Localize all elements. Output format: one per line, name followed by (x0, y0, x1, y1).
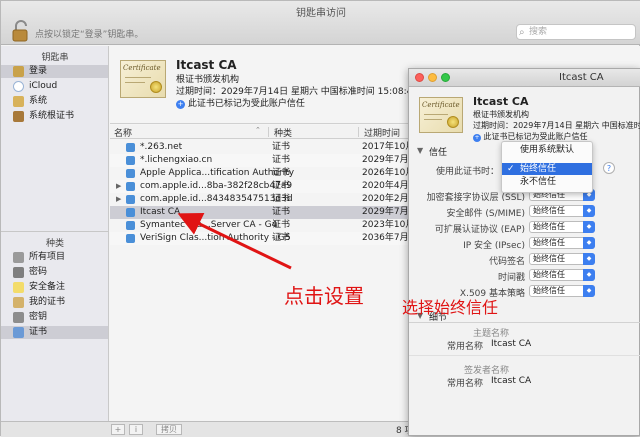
chevron-updown-icon: ◆ (583, 253, 595, 265)
chevron-updown-icon: ◆ (583, 285, 595, 297)
menu-item-label: 始终信任 (520, 164, 557, 174)
close-icon[interactable] (415, 73, 424, 82)
timestamp-trust-popup[interactable]: 始终信任 ◆ (529, 269, 595, 281)
chevron-updown-icon: ◆ (583, 205, 595, 217)
use-cert-label: 使用此证书时： (435, 167, 499, 177)
annotation-click-settings: 点击设置 (284, 284, 364, 308)
code-signing-trust-popup[interactable]: 始终信任 ◆ (529, 253, 595, 265)
trust-section-title: 信任 (429, 148, 448, 158)
plus-icon: + (473, 134, 481, 142)
popup-value: 始终信任 (533, 270, 565, 279)
x509-trust-popup[interactable]: 始终信任 ◆ (529, 285, 595, 297)
menu-item-use-system-default[interactable]: 使用系统默认 (502, 144, 592, 156)
subject-name-header: 主题名称 (472, 329, 509, 339)
ipsec-trust-popup[interactable]: 始终信任 ◆ (529, 237, 595, 249)
issuer-name-header: 签发者名称 (463, 366, 509, 376)
popup-value: 始终信任 (533, 254, 565, 263)
dialog-titlebar: Itcast CA (409, 69, 640, 87)
code-signing-label: 代码签名 (488, 257, 525, 267)
certificate-trust-dialog: Itcast CA Certificate Itcast CA 根证书颁发机构 … (408, 68, 640, 436)
common-name-value: Itcast CA (491, 339, 532, 349)
menu-item-never-trust[interactable]: 永不信任 (502, 176, 592, 188)
popup-value: 始终信任 (533, 222, 565, 231)
popup-value: 始终信任 (533, 286, 565, 295)
popup-value: 始终信任 (533, 238, 565, 247)
dialog-trust-note-text: 此证书已标记为受此账户信任 (483, 132, 588, 141)
dialog-cert-name: Itcast CA (473, 95, 529, 108)
common-name-label: 常用名称 (446, 342, 483, 352)
issuer-common-name-value: Itcast CA (491, 376, 532, 386)
smime-label: 安全邮件 (S/MIME) (446, 209, 526, 219)
ipsec-label: IP 安全 (IPsec) (463, 241, 525, 251)
minimize-icon[interactable] (428, 73, 437, 82)
chevron-updown-icon: ◆ (583, 269, 595, 281)
popup-value: 始终信任 (533, 206, 565, 215)
annotation-choose-always-trust: 选择始终信任 (402, 298, 499, 317)
checkmark-icon: ✓ (507, 164, 515, 174)
divider (409, 322, 640, 323)
divider (409, 355, 640, 356)
arrow-to-itcast-row (177, 212, 292, 270)
timestamp-label: 时间戳 (497, 273, 525, 283)
chevron-updown-icon: ◆ (583, 221, 595, 233)
smime-trust-popup[interactable]: 始终信任 ◆ (529, 205, 595, 217)
dialog-cert-expiry: 过期时间：2029年7月14日 星期六 中国标准时 (473, 121, 640, 130)
zoom-icon[interactable] (441, 73, 450, 82)
trust-dropdown-menu: 使用系统默认 ✓ 始终信任 永不信任 (501, 141, 593, 193)
trust-disclosure-icon[interactable]: ▼ (417, 146, 423, 155)
dialog-cert-issuer: 根证书颁发机构 (473, 110, 529, 119)
help-button[interactable]: ? (603, 162, 615, 174)
eap-label: 可扩展认证协议 (EAP) (434, 225, 525, 235)
menu-item-always-trust[interactable]: ✓ 始终信任 (502, 163, 592, 175)
issuer-common-name-label: 常用名称 (446, 379, 483, 389)
certificate-icon: Certificate (419, 97, 463, 133)
dialog-title: Itcast CA (559, 72, 604, 83)
chevron-updown-icon: ◆ (583, 237, 595, 249)
eap-trust-popup[interactable]: 始终信任 ◆ (529, 221, 595, 233)
